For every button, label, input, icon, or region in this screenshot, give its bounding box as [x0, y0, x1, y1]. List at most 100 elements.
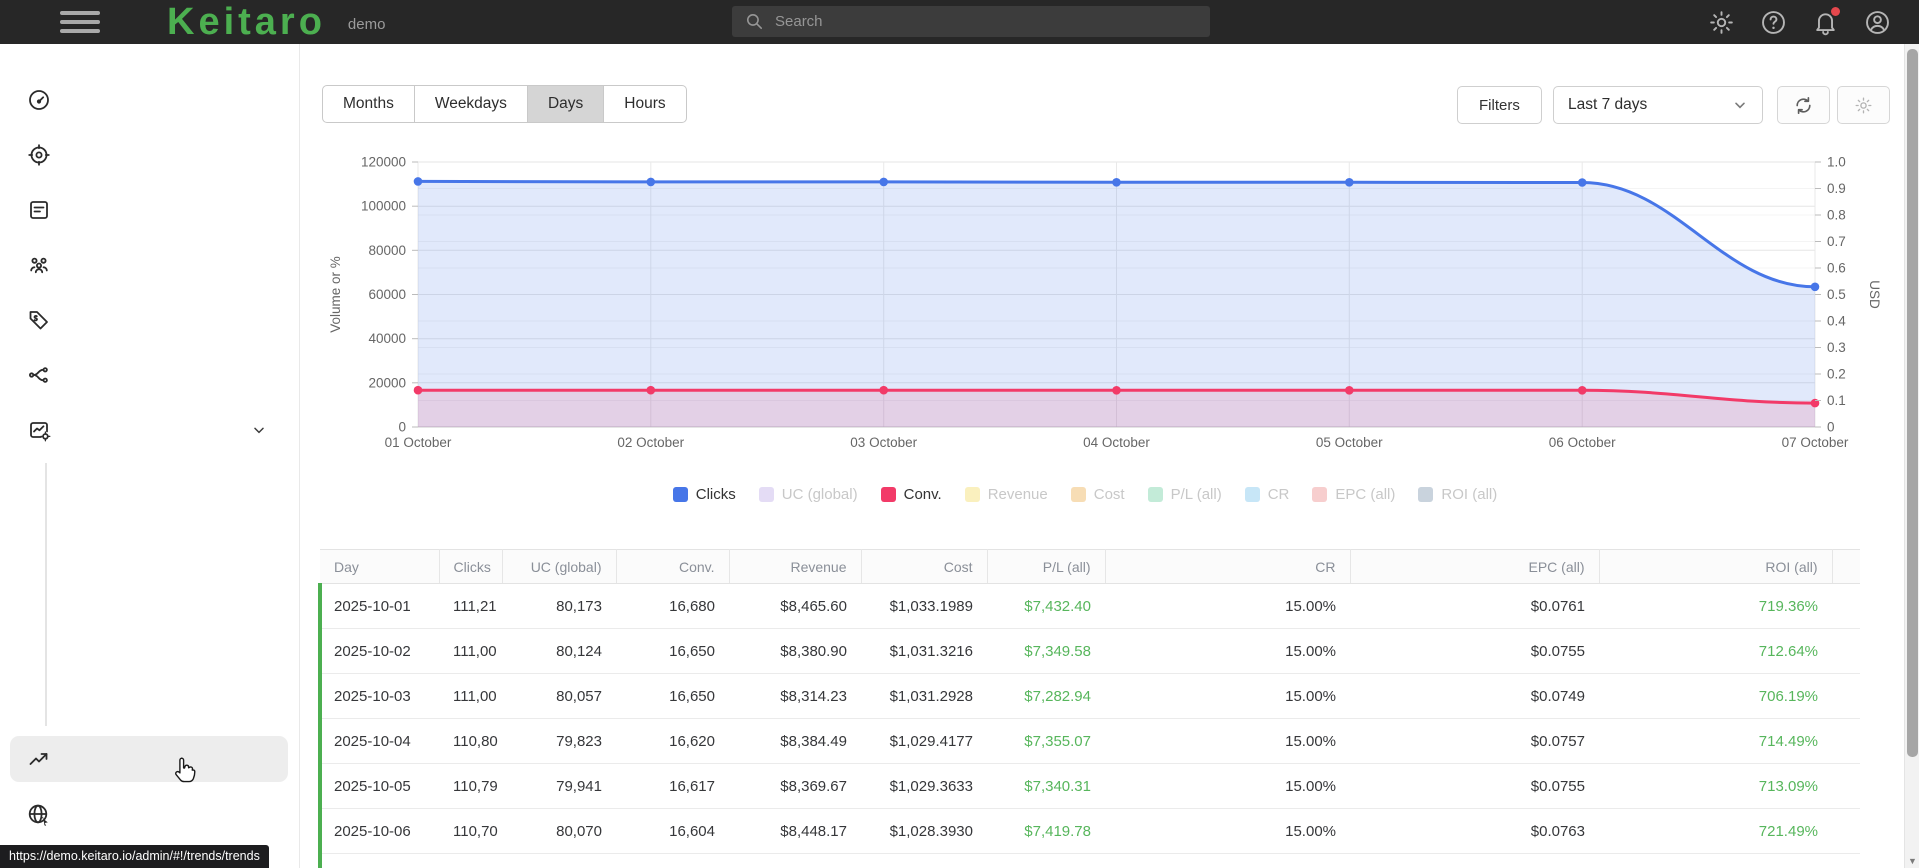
- legend-swatch: [758, 487, 774, 502]
- sidebar-item-offers[interactable]: [0, 292, 299, 347]
- cell-day: 2025-10-01: [318, 583, 439, 629]
- cell-clicks: 111,21: [439, 583, 502, 629]
- column-header-epc-all[interactable]: EPC (all): [1350, 549, 1600, 584]
- refresh-button[interactable]: [1777, 86, 1830, 124]
- cell-conv: 16,604: [616, 808, 729, 854]
- cell-p-l-all: $7,419.78: [987, 808, 1105, 854]
- svg-text:04 October: 04 October: [1083, 435, 1150, 450]
- legend-item-roi-all[interactable]: ROI (all): [1418, 486, 1497, 503]
- cell-day: 2025-10-05: [318, 763, 439, 809]
- legend-swatch: [880, 487, 896, 502]
- sidebar-item-trends[interactable]: [0, 732, 299, 787]
- date-range-value: Last 7 days: [1568, 96, 1648, 113]
- legend-item-epc-all[interactable]: EPC (all): [1312, 486, 1395, 503]
- brand[interactable]: Keitaro demo: [167, 0, 385, 44]
- legend-item-revenue[interactable]: Revenue: [964, 486, 1048, 503]
- help-icon[interactable]: [1760, 9, 1787, 36]
- scroll-down-arrow[interactable]: ▼: [1905, 856, 1919, 866]
- column-header-roi-all[interactable]: ROI (all): [1599, 549, 1833, 584]
- legend-item-clicks[interactable]: Clicks: [672, 486, 736, 503]
- scrollbar-thumb[interactable]: [1907, 49, 1918, 757]
- affiliate-networks-icon: [27, 253, 51, 277]
- cell-revenue: $8,384.49: [729, 718, 861, 764]
- cell-p-l-all: $7,355.07: [987, 718, 1105, 764]
- sidebar-item-dashboard[interactable]: [0, 72, 299, 127]
- tab-hours[interactable]: Hours: [604, 85, 687, 123]
- svg-text:0.8: 0.8: [1827, 208, 1846, 223]
- legend-label: P/L (all): [1170, 486, 1222, 503]
- sidebar-item-reports[interactable]: [0, 402, 299, 457]
- column-header-uc-global[interactable]: UC (global): [502, 549, 617, 584]
- table-row: 2025-10-06 110,70 80,070 16,604 $8,448.17 $1,…: [318, 808, 1860, 854]
- cell-filler: [1832, 853, 1860, 868]
- menu-icon[interactable]: [60, 11, 100, 33]
- cell-uc-global: 80,124: [502, 628, 616, 674]
- column-header-cost[interactable]: Cost: [861, 549, 988, 584]
- chevron-down-icon: [251, 422, 267, 438]
- legend-item-conv[interactable]: Conv.: [880, 486, 942, 503]
- cell-day: 2025-10-04: [318, 718, 439, 764]
- chevron-down-icon: [1735, 102, 1745, 109]
- table-row: 2025-10-03 111,00 80,057 16,650 $8,314.23 $1,…: [318, 673, 1860, 719]
- cell-cost: $1,031.2928: [861, 673, 987, 719]
- tab-months[interactable]: Months: [322, 85, 415, 123]
- svg-text:03 October: 03 October: [850, 435, 917, 450]
- column-header-cr[interactable]: CR: [1105, 549, 1351, 584]
- cell-cr: 15.00%: [1105, 583, 1350, 629]
- legend-label: Conv.: [903, 486, 942, 503]
- svg-text:80000: 80000: [368, 243, 406, 258]
- sidebar-item-affiliate-networks[interactable]: [0, 237, 299, 292]
- notifications-icon[interactable]: [1812, 6, 1840, 36]
- global-search[interactable]: [732, 6, 1210, 37]
- chart-settings-button[interactable]: [1837, 86, 1890, 124]
- tab-days[interactable]: Days: [527, 85, 605, 123]
- column-header-revenue[interactable]: Revenue: [729, 549, 862, 584]
- cell-filler: [1832, 583, 1860, 629]
- sidebar-item-landings-pages[interactable]: [0, 182, 299, 237]
- filters-button[interactable]: Filters: [1457, 86, 1542, 124]
- sidebar-item-traffic-sources[interactable]: [0, 347, 299, 402]
- column-header-conv[interactable]: Conv.: [616, 549, 730, 584]
- search-input[interactable]: [775, 13, 1210, 30]
- search-icon: [746, 13, 763, 30]
- cell-clicks: 110,79: [439, 763, 502, 809]
- svg-text:0.5: 0.5: [1827, 287, 1846, 302]
- legend-item-p-l-all[interactable]: P/L (all): [1147, 486, 1222, 503]
- legend-item-cost[interactable]: Cost: [1070, 486, 1125, 503]
- table-row: 2025-10-05 110,79 79,941 16,617 $8,369.67 $1,…: [318, 763, 1860, 809]
- cell-epc-all: $0.0755: [1350, 628, 1599, 674]
- legend-label: Clicks: [695, 486, 736, 503]
- svg-text:0: 0: [1827, 420, 1835, 435]
- cell-p-l-all: $7,340.31: [987, 763, 1105, 809]
- cell-epc-all: $0.0757: [1350, 718, 1599, 764]
- cell-revenue: $1,232.34: [729, 853, 861, 868]
- cell-clicks: 111,00: [439, 673, 502, 719]
- column-header-p-l-all[interactable]: P/L (all): [987, 549, 1106, 584]
- env-badge: demo: [347, 15, 386, 33]
- cell-cr: 15.00%: [1105, 763, 1350, 809]
- cell-p-l-all: $7,432.40: [987, 583, 1105, 629]
- column-header-day[interactable]: Day: [320, 549, 440, 584]
- date-range-select[interactable]: Last 7 days: [1553, 86, 1763, 124]
- cell-uc-global: 79,941: [502, 763, 616, 809]
- svg-text:0.1: 0.1: [1827, 393, 1846, 408]
- column-header-clicks[interactable]: Clicks: [439, 549, 503, 584]
- reports-icon: [27, 418, 51, 442]
- legend-item-uc-global[interactable]: UC (global): [758, 486, 858, 503]
- account-icon[interactable]: [1864, 9, 1891, 36]
- settings-icon[interactable]: [1708, 9, 1735, 36]
- sidebar-item-domains[interactable]: [0, 787, 299, 842]
- sidebar-item-campaigns[interactable]: [0, 127, 299, 182]
- cell-cost: $157.8283: [861, 853, 987, 868]
- cell-roi-all: 700.76%: [1599, 853, 1832, 868]
- cell-roi-all: 713.09%: [1599, 763, 1832, 809]
- legend-item-cr[interactable]: CR: [1244, 486, 1289, 503]
- cell-filler: [1832, 718, 1860, 764]
- tab-weekdays[interactable]: Weekdays: [414, 85, 528, 123]
- table-row: 2025-10-0711,4311,4572,449$1,232.34$157.…: [318, 853, 1860, 868]
- cell-day: 2025-10-02: [318, 628, 439, 674]
- cell-clicks: 11,43: [439, 853, 502, 868]
- cell-uc-global: 80,173: [502, 583, 616, 629]
- svg-text:120000: 120000: [361, 155, 406, 170]
- cell-filler: [1832, 628, 1860, 674]
